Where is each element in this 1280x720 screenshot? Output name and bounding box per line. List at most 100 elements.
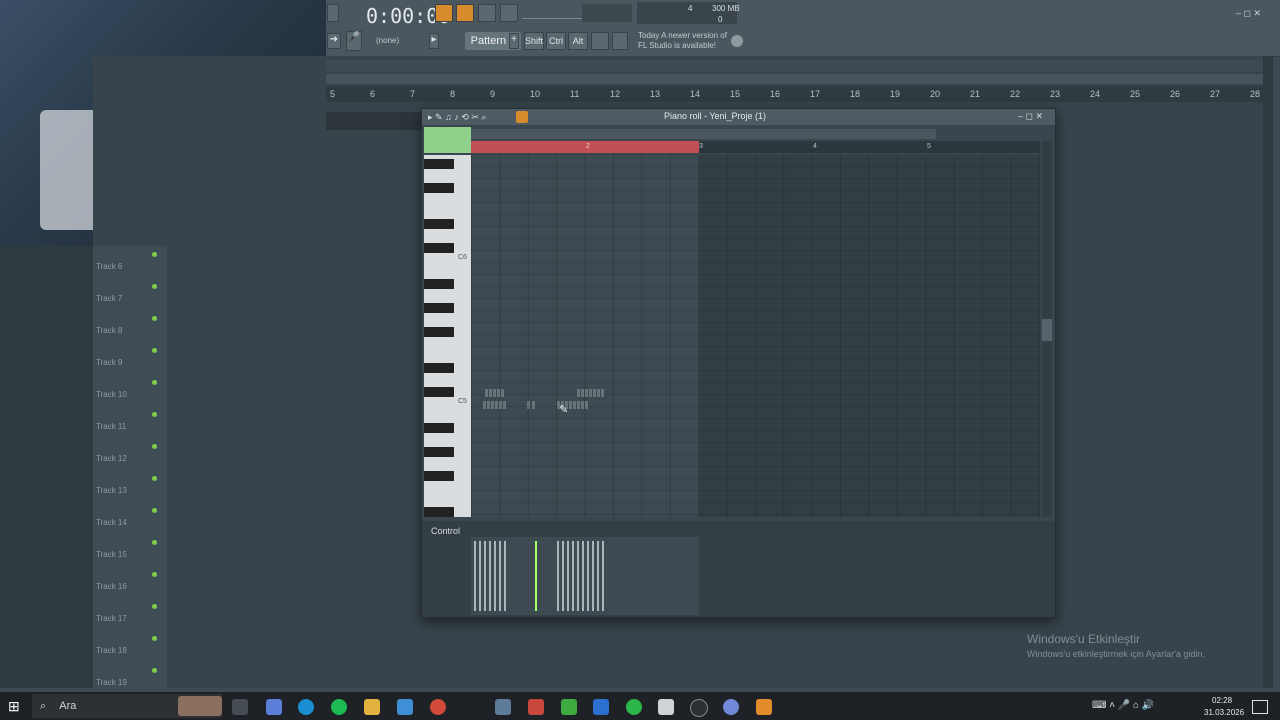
track-active-dot[interactable] [152,348,157,353]
black-key[interactable] [424,471,454,481]
note[interactable] [527,401,530,409]
black-key[interactable] [424,279,454,289]
track-label[interactable]: Track 13 [96,486,127,495]
discord-icon[interactable] [723,699,739,715]
app-icon[interactable] [561,699,577,715]
velocity-bar[interactable] [504,541,506,611]
master-pitch-slider[interactable] [522,8,582,19]
note[interactable] [597,389,600,397]
velocity-bar-selected[interactable] [535,541,537,611]
metronome-icon[interactable] [500,4,518,22]
note[interactable] [503,401,506,409]
loop-region[interactable] [471,141,699,153]
track-label[interactable]: Track 16 [96,582,127,591]
spotify-icon[interactable] [331,699,347,715]
whatsapp-icon[interactable] [626,699,642,715]
track-active-dot[interactable] [152,540,157,545]
velocity-bar[interactable] [597,541,599,611]
black-key[interactable] [424,327,454,337]
track-label[interactable]: Track 17 [96,614,127,623]
velocity-bar[interactable] [562,541,564,611]
track-label[interactable]: Track 14 [96,518,127,527]
velocity-bar[interactable] [499,541,501,611]
note[interactable] [585,401,588,409]
track-label[interactable]: Track 15 [96,550,127,559]
track-active-dot[interactable] [152,572,157,577]
system-tray-icons[interactable]: ⌨ ˄ 🎤 ⌂ 🔊 [1092,700,1154,711]
black-key[interactable] [424,183,454,193]
track-active-dot[interactable] [152,636,157,641]
copilot-icon[interactable] [266,699,282,715]
news-globe-icon[interactable] [731,35,743,47]
browser-icon[interactable] [612,32,628,50]
note[interactable] [573,401,576,409]
window-controls[interactable]: – ◻ ✕ [1236,8,1276,20]
note[interactable] [485,389,488,397]
note[interactable] [497,389,500,397]
velocity-bar[interactable] [567,541,569,611]
velocity-bar[interactable] [602,541,604,611]
track-label[interactable]: Track 18 [96,646,127,655]
velocity-bar[interactable] [557,541,559,611]
song-mode-icon[interactable] [435,4,453,22]
ctrl-button[interactable]: Ctrl [546,32,566,50]
wait-icon[interactable] [478,4,496,22]
velocity-bar[interactable] [587,541,589,611]
playlist-vscroll[interactable] [1263,56,1273,688]
black-key[interactable] [424,303,454,313]
velocity-bar[interactable] [474,541,476,611]
velocity-bar[interactable] [582,541,584,611]
piano-roll-window[interactable]: ▸ ✎ ♫ ♪ ⟲ ✂ ⌕ Piano roll - Yeni_Proje (1… [421,108,1056,618]
online-icon[interactable] [591,32,609,50]
black-key[interactable] [424,423,454,433]
search-highlight-icon[interactable] [178,696,222,716]
track-active-dot[interactable] [152,668,157,673]
app-icon[interactable] [495,699,511,715]
piano-roll-tools[interactable]: ▸ ✎ ♫ ♪ ⟲ ✂ ⌕ [428,112,486,123]
note[interactable] [487,401,490,409]
note[interactable] [483,401,486,409]
velocity-bar[interactable] [592,541,594,611]
pencil-tool-icon[interactable] [516,111,528,123]
track-label[interactable]: Track 10 [96,390,127,399]
note[interactable] [581,389,584,397]
track-active-dot[interactable] [152,252,157,257]
track-active-dot[interactable] [152,412,157,417]
note[interactable] [585,389,588,397]
track-label[interactable]: Track 9 [96,358,122,367]
black-key[interactable] [424,243,454,253]
note[interactable] [589,389,592,397]
file-explorer-icon[interactable] [364,699,380,715]
note[interactable] [577,389,580,397]
notification-icon[interactable] [1252,700,1268,714]
control-label[interactable]: Control [431,526,460,536]
black-key[interactable] [424,387,454,397]
edge-icon[interactable] [298,699,314,715]
note[interactable] [495,401,498,409]
black-key[interactable] [424,219,454,229]
note[interactable] [501,389,504,397]
piano-roll-window-controls[interactable]: – ◻ ✕ [1018,111,1043,122]
note[interactable] [493,389,496,397]
playlist-scrollbar[interactable] [326,74,1263,84]
arrow-right-icon[interactable]: ➜ [327,33,341,49]
track-active-dot[interactable] [152,380,157,385]
track-active-dot[interactable] [152,508,157,513]
note[interactable] [569,401,572,409]
note[interactable] [489,389,492,397]
taskbar-time[interactable]: 02:28 [1212,696,1232,705]
track-label[interactable]: Track 7 [96,294,122,303]
piano-roll-hscroll[interactable] [471,129,936,139]
note[interactable] [593,389,596,397]
alt-button[interactable]: Alt [568,32,588,50]
task-view-icon[interactable] [232,699,248,715]
taskbar-date[interactable]: 31.03.2026 [1204,708,1244,717]
track-label[interactable]: Track 6 [96,262,122,271]
fl-studio-icon[interactable] [756,699,772,715]
black-key[interactable] [424,447,454,457]
obs-icon[interactable] [690,699,708,717]
black-key[interactable] [424,363,454,373]
velocity-bar[interactable] [577,541,579,611]
track-active-dot[interactable] [152,444,157,449]
track-active-dot[interactable] [152,316,157,321]
